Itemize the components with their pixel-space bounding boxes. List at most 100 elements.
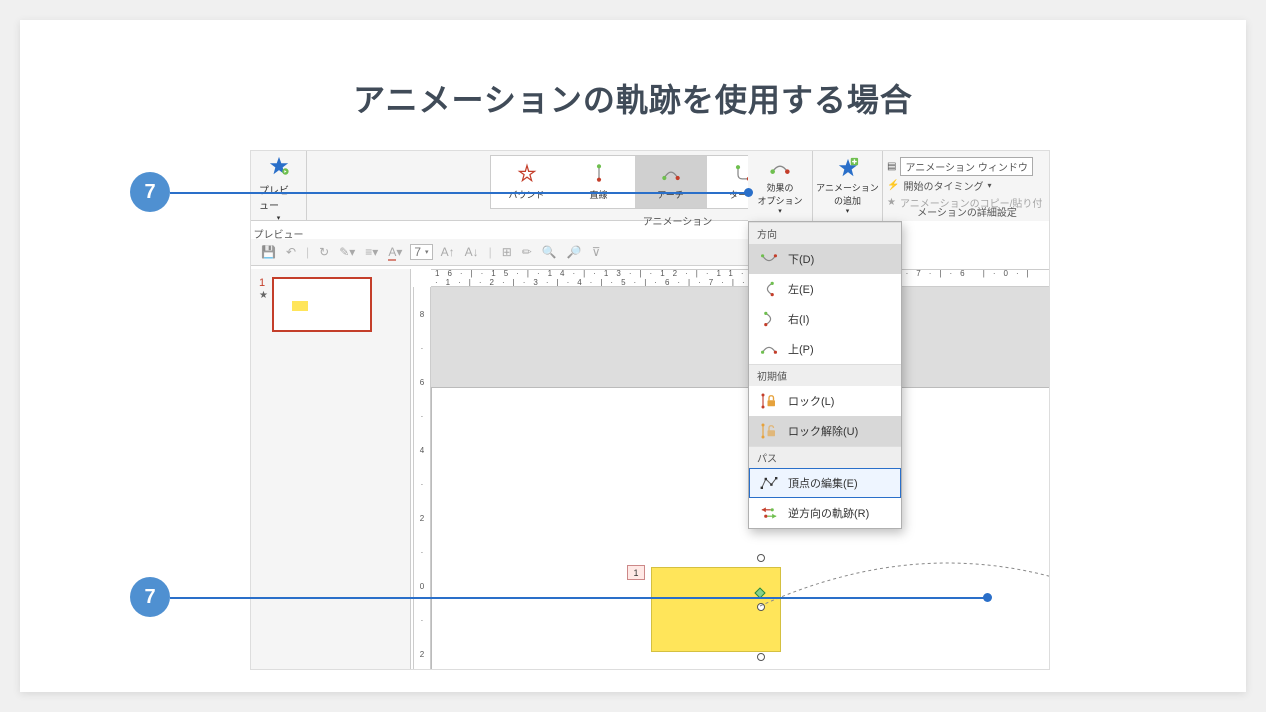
callout-dot-top bbox=[744, 188, 753, 197]
ruler-tick: 4 bbox=[420, 446, 424, 455]
zoom-fit-icon[interactable]: 🔍 bbox=[540, 243, 559, 261]
dropdown-section-direction: 方向 bbox=[749, 222, 901, 244]
pane-icon: ▤ bbox=[887, 161, 896, 172]
add-animation-button[interactable]: アニメーション の追加 ▾ bbox=[813, 151, 883, 221]
dropdown-item-unlock[interactable]: ロック解除(U) bbox=[749, 416, 901, 446]
anim-item-bounce[interactable]: バウンド bbox=[491, 156, 563, 208]
dropdown-item-edit-points[interactable]: 頂点の編集(E) bbox=[749, 468, 901, 498]
callout-line-top bbox=[170, 192, 748, 194]
increase-font-icon[interactable]: A↑ bbox=[439, 243, 457, 261]
dropdown-item-left[interactable]: 左(E) bbox=[749, 274, 901, 304]
chevron-down-icon: ▾ bbox=[846, 207, 850, 215]
anim-item-label: アーチ bbox=[657, 188, 683, 201]
bounce-star-icon bbox=[517, 163, 537, 185]
edit-shape-icon[interactable]: ✏ bbox=[520, 243, 534, 261]
font-size-chevron-icon[interactable]: ▾ bbox=[425, 248, 429, 256]
preview-label: プレビュー bbox=[259, 182, 298, 212]
callout-badge-top: 7 bbox=[130, 172, 170, 212]
font-color-icon[interactable]: A▾ bbox=[386, 243, 404, 261]
chevron-down-icon: ▾ bbox=[778, 207, 782, 215]
lock-icon bbox=[758, 392, 780, 410]
arch-option-icon bbox=[767, 157, 793, 181]
arch-right-icon bbox=[758, 310, 780, 328]
trigger-icon: ⚡ bbox=[887, 180, 899, 191]
horizontal-ruler: 16·|·15·|·14·|·13·|·12·|·11·|·10·|·9·|·8… bbox=[431, 269, 1050, 287]
selection-handle[interactable] bbox=[757, 653, 765, 661]
dropdown-item-right[interactable]: 右(I) bbox=[749, 304, 901, 334]
anim-item-label: 直線 bbox=[589, 188, 607, 201]
callout-badge-bottom: 7 bbox=[130, 577, 170, 617]
dropdown-label: 下(D) bbox=[788, 251, 814, 267]
anim-item-label: バウンド bbox=[508, 188, 544, 201]
dropdown-label: 上(P) bbox=[788, 341, 814, 357]
edit-points-icon bbox=[758, 474, 780, 492]
slide-thumbnail[interactable]: 1 ★ bbox=[259, 277, 402, 332]
effect-options-button[interactable]: 効果の オプション ▾ bbox=[748, 151, 813, 221]
details-group-label: メーションの詳細設定 bbox=[883, 204, 1050, 219]
bullets-icon[interactable]: ≡▾ bbox=[363, 243, 380, 261]
motion-path[interactable] bbox=[760, 560, 1050, 616]
dropdown-label: 頂点の編集(E) bbox=[788, 475, 858, 491]
overflow-icon[interactable]: ⊽ bbox=[590, 243, 603, 261]
anim-item-line[interactable]: 直線 bbox=[563, 156, 635, 208]
callout-dot-bottom bbox=[983, 593, 992, 602]
arch-up-icon bbox=[758, 340, 780, 358]
star-preview-icon bbox=[268, 155, 290, 180]
dropdown-item-down[interactable]: 下(D) bbox=[749, 244, 901, 274]
animation-extras: ▤ アニメーション ウィンドウ ⚡ 開始のタイミング ▾ ★ アニメーションのコ… bbox=[883, 151, 1050, 221]
dropdown-label: 左(E) bbox=[788, 281, 814, 297]
star-add-icon bbox=[836, 157, 860, 181]
thumb-preview bbox=[272, 277, 372, 332]
dropdown-label: ロック解除(U) bbox=[788, 423, 858, 439]
unlock-icon bbox=[758, 422, 780, 440]
chevron-down-icon: ▾ bbox=[277, 214, 281, 222]
vertical-ruler: 8 · 6 · 4 · 2 · 0 · 2 bbox=[413, 287, 431, 670]
effect-options-label: 効果の オプション bbox=[757, 181, 802, 207]
zoom-icon[interactable]: 🔎 bbox=[565, 243, 584, 261]
anim-item-arch[interactable]: アーチ bbox=[635, 156, 707, 208]
animation-tag[interactable]: 1 bbox=[627, 565, 645, 580]
dropdown-section-path: パス bbox=[749, 446, 901, 468]
dropdown-label: 右(I) bbox=[788, 311, 809, 327]
arch-down-icon bbox=[758, 250, 780, 268]
ruler-tick: 2 bbox=[420, 514, 424, 523]
quick-access-toolbar: 💾 ↶ | ↻ ✎▾ ≡▾ A▾ 7 ▾ A↑ A↓ | ⊞ ✏ 🔍 🔎 ⊽ bbox=[251, 239, 748, 266]
ruler-tick: 2 bbox=[420, 650, 424, 659]
slide-thumbnail-panel: 1 ★ bbox=[251, 269, 411, 670]
dropdown-label: ロック(L) bbox=[788, 393, 834, 409]
line-path-icon bbox=[589, 163, 609, 185]
screenshot-container: プレビュー ▾ プレビュー バウンド 直線 bbox=[250, 150, 1050, 670]
trigger-label: 開始のタイミング bbox=[903, 178, 983, 193]
undo-icon[interactable]: ↶ bbox=[284, 243, 298, 261]
trigger-button[interactable]: ⚡ 開始のタイミング ▾ bbox=[887, 178, 1047, 193]
preview-button[interactable]: プレビュー ▾ bbox=[253, 153, 304, 224]
font-size-value[interactable]: 7 bbox=[414, 245, 421, 259]
dropdown-item-lock[interactable]: ロック(L) bbox=[749, 386, 901, 416]
arch-path-icon bbox=[661, 163, 681, 185]
reverse-path-icon bbox=[758, 504, 780, 522]
decrease-font-icon[interactable]: A↓ bbox=[463, 243, 481, 261]
thumb-number: 1 bbox=[259, 277, 268, 289]
dropdown-item-reverse[interactable]: 逆方向の軌跡(R) bbox=[749, 498, 901, 528]
effect-options-dropdown: 方向 下(D) 左(E) 右(I) 上(P) 初期値 ロック(L) bbox=[748, 221, 902, 529]
thumb-shape-icon bbox=[292, 301, 308, 311]
page-title: アニメーションの軌跡を使用する場合 bbox=[20, 20, 1246, 121]
save-icon[interactable]: 💾 bbox=[259, 243, 278, 261]
dropdown-label: 逆方向の軌跡(R) bbox=[788, 505, 869, 521]
animation-pane-button[interactable]: ▤ アニメーション ウィンドウ bbox=[887, 157, 1047, 176]
dropdown-section-origin: 初期値 bbox=[749, 364, 901, 386]
pane-label: アニメーション ウィンドウ bbox=[900, 157, 1032, 176]
ruler-tick: 8 bbox=[420, 310, 424, 319]
ruler-tick: 0 bbox=[420, 582, 424, 591]
arch-left-icon bbox=[758, 280, 780, 298]
thumb-anim-indicator-icon: ★ bbox=[259, 291, 268, 301]
slide-canvas[interactable]: 1 bbox=[431, 287, 1050, 670]
group-icon[interactable]: ⊞ bbox=[500, 243, 514, 261]
dropdown-item-up[interactable]: 上(P) bbox=[749, 334, 901, 364]
add-animation-label: アニメーション の追加 bbox=[816, 181, 879, 207]
chevron-down-icon: ▾ bbox=[987, 181, 991, 190]
ruler-tick: 6 bbox=[420, 378, 424, 387]
redo-icon[interactable]: ↻ bbox=[317, 243, 331, 261]
format-painter-icon[interactable]: ✎▾ bbox=[337, 243, 357, 261]
callout-line-bottom bbox=[170, 597, 987, 599]
